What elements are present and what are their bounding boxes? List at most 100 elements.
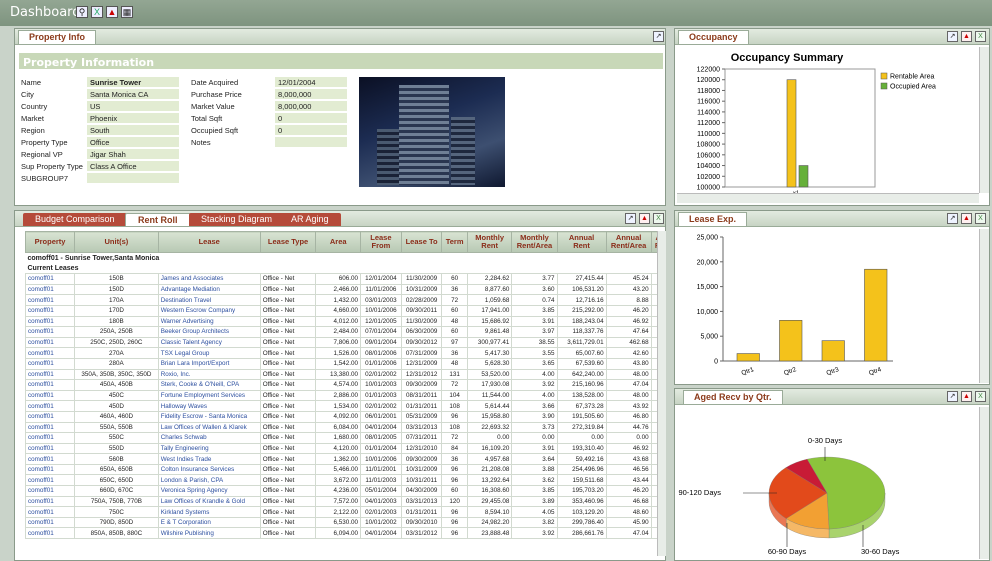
table-cell[interactable]: comoff01	[25, 326, 76, 338]
pdf-icon[interactable]: ▲	[961, 31, 972, 42]
pdf-icon[interactable]: ▲	[639, 213, 650, 224]
export-icon[interactable]: ↗	[947, 391, 958, 402]
table-row[interactable]: comoff01 250A, 250B Beeker Group Architect…	[25, 326, 657, 338]
tab-stacking-diagram[interactable]: Stacking Diagram	[189, 213, 285, 226]
table-row[interactable]: comoff01 750A, 750B, 770B Law Offices of K…	[25, 495, 657, 508]
export-icon[interactable]: ↗	[625, 213, 636, 224]
lease-link[interactable]: Fortune Employment Services	[157, 389, 261, 402]
table-row[interactable]: comoff01 350A, 350B, 350C, 350D Roxio, Inc…	[25, 368, 657, 381]
table-row[interactable]: comoff01 150B James and Associates Office -…	[25, 273, 657, 285]
vertical-scrollbar[interactable]	[979, 407, 989, 559]
table-row[interactable]: comoff01 250C, 250D, 260C Classic Talent A…	[25, 336, 657, 349]
lease-link[interactable]: Classic Talent Agency	[157, 336, 261, 349]
tab-budget-comparison[interactable]: Budget Comparison	[23, 213, 127, 226]
table-cell[interactable]: comoff01	[25, 432, 76, 444]
column-header[interactable]: Annual Rent	[556, 231, 607, 253]
column-header[interactable]: Term	[441, 231, 468, 253]
table-row[interactable]: comoff01 750C Kirkland Systems Office - Net…	[25, 506, 657, 518]
lease-link[interactable]: TSX Legal Group	[157, 347, 261, 359]
lease-link[interactable]: Destination Travel	[157, 294, 261, 306]
lease-link[interactable]: Brian Lara Import/Export	[157, 357, 261, 370]
table-cell[interactable]: comoff01	[25, 294, 76, 306]
table-row[interactable]: comoff01 650C, 650D London & Parish, CPA Of…	[25, 474, 657, 487]
table-row[interactable]: comoff01 560B West Indies Trade Office - Ne…	[25, 453, 657, 465]
table-cell[interactable]: comoff01	[25, 485, 76, 497]
lease-link[interactable]: James and Associates	[157, 273, 261, 285]
lease-link[interactable]: Tally Engineering	[157, 442, 261, 455]
column-header[interactable]: Monthly Rent/Area	[511, 231, 558, 253]
column-header[interactable]: Annual Rent/Area	[605, 231, 652, 253]
vertical-scrollbar[interactable]	[657, 231, 666, 556]
table-row[interactable]: comoff01 660D, 670C Veronica Spring Agency…	[25, 485, 657, 497]
table-cell[interactable]: comoff01	[25, 336, 76, 349]
table-row[interactable]: comoff01 150D Advantage Mediation Office - …	[25, 283, 657, 296]
column-header[interactable]: Unit(s)	[74, 231, 159, 253]
table-cell[interactable]: comoff01	[25, 527, 76, 540]
table-row[interactable]: comoff01 450D Halloway Waves Office - Net 1,…	[25, 400, 657, 412]
excel-icon[interactable]: X	[975, 31, 986, 42]
column-header[interactable]: Property	[25, 231, 76, 253]
lease-link[interactable]: London & Parish, CPA	[157, 474, 261, 487]
table-cell[interactable]: comoff01	[25, 495, 76, 508]
vertical-scrollbar[interactable]	[979, 229, 989, 383]
table-cell[interactable]: comoff01	[25, 315, 76, 328]
export-icon[interactable]: ↗	[653, 31, 664, 42]
table-row[interactable]: comoff01 170A Destination Travel Office - N…	[25, 294, 657, 306]
tab-rent-roll[interactable]: Rent Roll	[125, 213, 191, 226]
tab-lease-exp[interactable]: Lease Exp.	[678, 212, 748, 226]
table-cell[interactable]: comoff01	[25, 463, 76, 476]
table-row[interactable]: comoff01 170D Western Escrow Company Office…	[25, 304, 657, 317]
lease-link[interactable]: Colton Insurance Services	[157, 463, 261, 476]
lease-link[interactable]: Halloway Waves	[157, 400, 261, 412]
lease-link[interactable]: Fidelity Escrow - Santa Monica	[157, 410, 261, 423]
table-cell[interactable]: comoff01	[25, 516, 76, 529]
table-cell[interactable]: comoff01	[25, 410, 76, 423]
table-row[interactable]: comoff01 550C Charles Schwab Office - Net 1,…	[25, 432, 657, 444]
table-row[interactable]: comoff01 550D Tally Engineering Office - Ne…	[25, 442, 657, 455]
lease-link[interactable]: Law Offices of Krandle & Gold	[157, 495, 261, 508]
table-cell[interactable]: comoff01	[25, 389, 76, 402]
table-row[interactable]: comoff01 280A Brian Lara Import/Export Offi…	[25, 357, 657, 370]
lease-link[interactable]: Roxio, Inc.	[157, 368, 261, 381]
table-row[interactable]: comoff01 450A, 450B Sterk, Cooke & O'Neill…	[25, 379, 657, 391]
table-row[interactable]: comoff01 460A, 460D Fidelity Escrow - Sant…	[25, 410, 657, 423]
table-cell[interactable]: comoff01	[25, 368, 76, 381]
export-icon[interactable]: ↗	[947, 213, 958, 224]
grid-icon[interactable]: ▦	[121, 6, 133, 18]
column-header[interactable]: Monthly Rent	[466, 231, 513, 253]
column-header[interactable]: Lease	[157, 231, 261, 253]
export-excel-icon[interactable]: X	[91, 6, 103, 18]
table-row[interactable]: comoff01 550A, 550B Law Offices of Wallen …	[25, 421, 657, 434]
tab-ar-aging[interactable]: AR Aging	[279, 213, 341, 226]
lease-link[interactable]: Veronica Spring Agency	[157, 485, 261, 497]
tab-occupancy[interactable]: Occupancy	[678, 30, 749, 44]
lease-link[interactable]: West Indies Trade	[157, 453, 261, 465]
excel-icon[interactable]: X	[975, 213, 986, 224]
table-cell[interactable]: comoff01	[25, 379, 76, 391]
lease-link[interactable]: Law Offices of Wallen & Klarek	[157, 421, 261, 434]
column-header[interactable]: Area	[315, 231, 362, 253]
table-cell[interactable]: comoff01	[25, 442, 76, 455]
column-header[interactable]: Lease From	[360, 231, 402, 253]
search-icon[interactable]: ⚲	[76, 6, 88, 18]
lease-link[interactable]: Wilshire Publishing	[157, 527, 261, 540]
table-cell[interactable]: comoff01	[25, 347, 76, 359]
export-icon[interactable]: ↗	[947, 31, 958, 42]
excel-icon[interactable]: X	[653, 213, 664, 224]
lease-link[interactable]: Warner Advertising	[157, 315, 261, 328]
export-pdf-icon[interactable]: ▲	[106, 6, 118, 18]
table-row[interactable]: comoff01 650A, 650B Colton Insurance Servi…	[25, 463, 657, 476]
table-cell[interactable]: comoff01	[25, 474, 76, 487]
table-row[interactable]: comoff01 270A TSX Legal Group Office - Net 1…	[25, 347, 657, 359]
lease-link[interactable]: Sterk, Cooke & O'Neill, CPA	[157, 379, 261, 391]
horizontal-scrollbar[interactable]	[677, 193, 979, 203]
tab-property-info[interactable]: Property Info	[18, 30, 97, 44]
table-cell[interactable]: comoff01	[25, 400, 76, 412]
lease-link[interactable]: Advantage Mediation	[157, 283, 261, 296]
lease-link[interactable]: Beeker Group Architects	[157, 326, 261, 338]
table-row[interactable]: comoff01 180B Warner Advertising Office - N…	[25, 315, 657, 328]
pdf-icon[interactable]: ▲	[961, 213, 972, 224]
column-header[interactable]: Lease To	[400, 231, 443, 253]
table-row[interactable]: comoff01 450C Fortune Employment Services O…	[25, 389, 657, 402]
table-cell[interactable]: comoff01	[25, 506, 76, 518]
